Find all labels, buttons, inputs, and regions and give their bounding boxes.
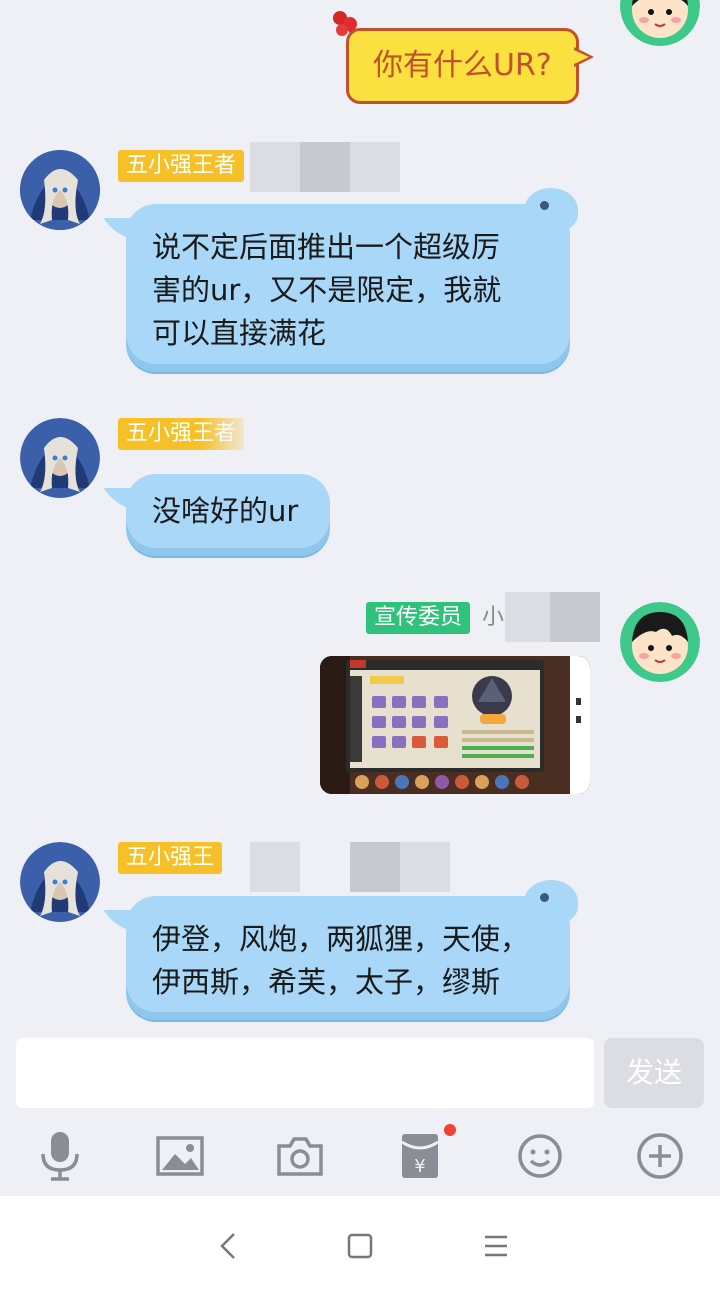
- composer-bar: 发送 ¥: [0, 1030, 720, 1196]
- blurred-sender-name: [550, 592, 600, 642]
- sender-avatar[interactable]: [20, 418, 100, 498]
- microphone-icon[interactable]: [35, 1130, 85, 1182]
- message-input[interactable]: [16, 1038, 594, 1108]
- blurred-sender-name: [400, 842, 450, 892]
- game-screenshot-image: [320, 656, 590, 794]
- emoji-icon[interactable]: [515, 1130, 565, 1182]
- menu-icon[interactable]: [476, 1226, 516, 1266]
- system-navigation-bar: [0, 1196, 720, 1292]
- sender-title-tag: 宣传委员: [366, 602, 471, 634]
- camera-icon[interactable]: [275, 1130, 325, 1182]
- home-icon[interactable]: [340, 1226, 380, 1266]
- my-avatar[interactable]: [620, 0, 700, 46]
- blurred-sender-name: [250, 142, 300, 192]
- image-message[interactable]: [320, 656, 590, 794]
- plus-icon[interactable]: [635, 1130, 685, 1182]
- image-icon[interactable]: [155, 1130, 205, 1182]
- chat-area: 你有什么UR? 五小强王者 说不定后面推出一个超级厉 害的ur，又不是限定，我就…: [0, 0, 720, 1030]
- blurred-sender-name: [505, 592, 550, 642]
- message-text: 没啥好的ur: [152, 494, 299, 528]
- sender-avatar[interactable]: [20, 842, 100, 922]
- message-text: 你有什么UR?: [373, 48, 552, 83]
- red-packet-icon[interactable]: ¥: [395, 1130, 445, 1182]
- svg-text:¥: ¥: [414, 1156, 425, 1177]
- blurred-sender-name: [350, 142, 400, 192]
- message-text: 伊登，风炮，两狐狸，天使， 伊西斯，希芙，太子，缪斯: [152, 922, 530, 999]
- message-bubble-outgoing[interactable]: 你有什么UR?: [346, 28, 594, 104]
- blurred-sender-name: [250, 842, 300, 892]
- sender-title-tag: 五小强王者: [118, 150, 245, 182]
- sender-avatar[interactable]: [20, 150, 100, 230]
- blurred-sender-name: [300, 142, 350, 192]
- send-button[interactable]: 发送: [604, 1038, 704, 1108]
- notification-badge: [444, 1124, 456, 1136]
- message-bubble-incoming[interactable]: 伊登，风炮，两狐狸，天使， 伊西斯，希芙，太子，缪斯: [103, 880, 578, 1020]
- sender-title-tag: 五小强王: [118, 842, 223, 874]
- back-icon[interactable]: [208, 1226, 248, 1266]
- message-bubble-incoming[interactable]: 说不定后面推出一个超级厉 害的ur，又不是限定，我就 可以直接满花: [103, 188, 578, 372]
- blurred-sender-name: [350, 842, 400, 892]
- message-bubble-incoming[interactable]: 没啥好的ur: [103, 474, 330, 556]
- sender-avatar[interactable]: [620, 602, 700, 682]
- message-text: 说不定后面推出一个超级厉 害的ur，又不是限定，我就 可以直接满花: [152, 230, 502, 350]
